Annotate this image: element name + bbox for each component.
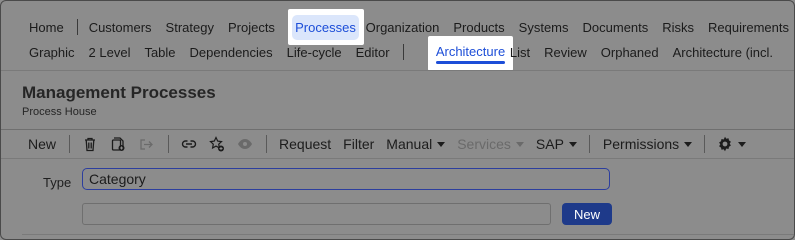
favorite-add-icon[interactable] <box>209 136 225 152</box>
toolbar-separator <box>69 135 71 153</box>
request-button[interactable]: Request <box>279 136 331 152</box>
form-divider <box>22 234 794 235</box>
chevron-down-icon <box>684 141 693 147</box>
trash-icon[interactable] <box>82 136 98 152</box>
chevron-down-icon <box>738 141 747 147</box>
services-label: Services <box>457 136 511 152</box>
page-title: Management Processes <box>22 83 216 102</box>
toolbar-separator <box>266 135 268 153</box>
chevron-down-icon <box>515 141 524 147</box>
nav-processes[interactable]: Processes <box>292 15 359 40</box>
manual-label: Manual <box>386 136 433 152</box>
gear-icon <box>717 136 733 152</box>
tab-architecture-label: Architecture <box>435 44 506 59</box>
nav-products[interactable]: Products <box>446 20 511 35</box>
tab-dependencies[interactable]: Dependencies <box>183 45 280 60</box>
new-button[interactable]: New <box>28 136 56 152</box>
header-divider <box>1 70 794 71</box>
tab-architecture[interactable]: Architecture <box>431 40 510 66</box>
tab-review[interactable]: Review <box>537 45 594 60</box>
nav-documents[interactable]: Documents <box>576 20 656 35</box>
secondary-nav: Graphic 2 Level Table Dependencies Life-… <box>22 40 780 64</box>
toolbar-separator <box>704 135 706 153</box>
toolbar-separator <box>588 135 590 153</box>
tab-graphic[interactable]: Graphic <box>22 45 82 60</box>
tab-table[interactable]: Table <box>137 45 182 60</box>
link-icon[interactable] <box>181 136 197 152</box>
manual-dropdown[interactable]: Manual <box>386 136 446 152</box>
permissions-dropdown[interactable]: Permissions <box>602 136 693 152</box>
tab-2-level[interactable]: 2 Level <box>82 45 138 60</box>
copy-document-icon[interactable] <box>110 136 126 152</box>
sap-dropdown[interactable]: SAP <box>536 136 577 152</box>
primary-nav: Home Customers Strategy Projects Process… <box>22 15 794 39</box>
tab-architecture-incl[interactable]: Architecture (incl. <box>666 45 780 60</box>
category-name-input[interactable] <box>82 203 551 225</box>
move-icon[interactable] <box>138 136 154 152</box>
nav-separator <box>76 19 78 35</box>
page-subtitle: Process House <box>22 106 97 118</box>
chevron-down-icon <box>437 141 446 147</box>
permissions-label: Permissions <box>602 136 680 152</box>
eye-icon[interactable] <box>237 136 253 152</box>
tab-editor[interactable]: Editor <box>349 45 397 60</box>
add-new-button[interactable]: New <box>562 203 612 225</box>
tab-life-cycle[interactable]: Life-cycle <box>280 45 349 60</box>
active-tab-indicator <box>436 61 505 64</box>
nav-organization[interactable]: Organization <box>359 20 447 35</box>
tab-orphaned[interactable]: Orphaned <box>594 45 666 60</box>
nav-requirements[interactable]: Requirements <box>701 20 794 35</box>
settings-dropdown[interactable] <box>717 136 747 152</box>
nav-risks[interactable]: Risks <box>655 20 701 35</box>
services-dropdown[interactable]: Services <box>457 136 524 152</box>
toolbar-separator <box>168 135 170 153</box>
type-field[interactable] <box>82 168 610 190</box>
nav-projects[interactable]: Projects <box>221 20 282 35</box>
nav-strategy[interactable]: Strategy <box>159 20 221 35</box>
tab-separator <box>402 44 404 60</box>
nav-customers[interactable]: Customers <box>82 20 159 35</box>
sap-label: SAP <box>535 136 564 152</box>
type-field-label: Type <box>43 175 72 190</box>
chevron-down-icon <box>568 141 577 147</box>
filter-button[interactable]: Filter <box>343 136 374 152</box>
toolbar: New Request Filter Manual Services SAP P… <box>1 129 794 159</box>
nav-home[interactable]: Home <box>22 20 71 35</box>
app-window: Home Customers Strategy Projects Process… <box>0 0 795 240</box>
nav-systems[interactable]: Systems <box>512 20 576 35</box>
